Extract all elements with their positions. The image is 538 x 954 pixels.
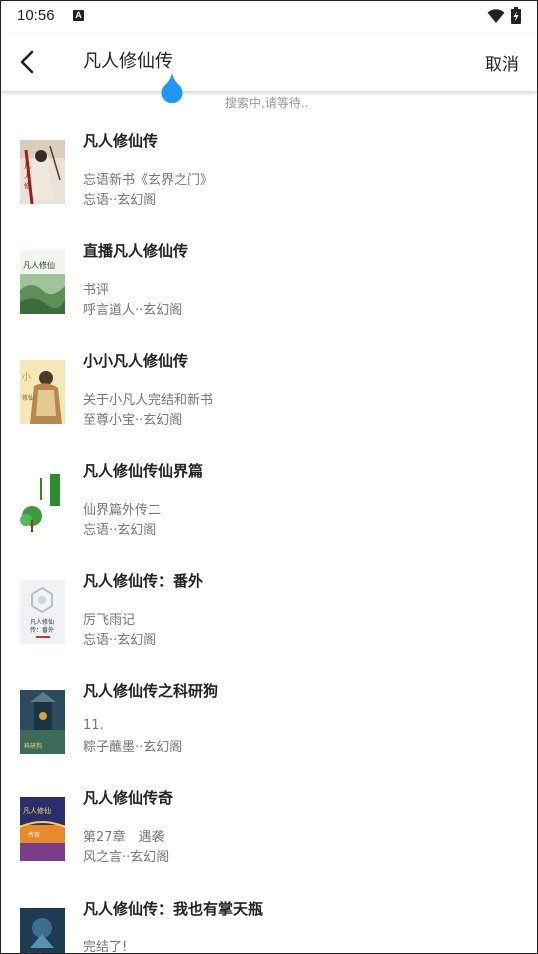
text-cursor-handle-icon[interactable]	[159, 69, 185, 104]
svg-text:凡人修仙: 凡人修仙	[30, 618, 54, 626]
book-title: 凡人修仙传仙界篇	[83, 462, 204, 480]
list-item[interactable]: 小 修仙 小小凡人修仙传 关于小凡人完结和新书 至尊小宝··玄幻阁	[1, 331, 537, 441]
book-latest-chapter: 完结了!	[83, 940, 128, 954]
svg-text:修仙: 修仙	[22, 394, 34, 402]
book-cover: 凡人修仙 传：番外	[20, 580, 65, 644]
list-item[interactable]: 凡 人 修 凡人修仙传 忘语新书《玄界之门》 忘语··玄幻阁	[1, 111, 537, 221]
svg-text:传奇: 传奇	[28, 831, 40, 839]
screen: 10:56 A 取消 搜索中,请等待..	[0, 0, 538, 954]
book-title: 凡人修仙传之科研狗	[83, 682, 219, 700]
search-toolbar: 取消	[1, 33, 537, 104]
notification-a-icon: A	[73, 10, 84, 21]
book-author-source: 风之言··玄幻阁	[83, 850, 170, 865]
battery-charging-icon	[511, 7, 521, 28]
list-item[interactable]: 掌天瓶 凡人修仙传：我也有掌天瓶 完结了!	[1, 881, 537, 954]
list-item[interactable]: 凡人修仙 传奇 凡人修仙传奇 第27章 遇袭 风之言··玄幻阁	[1, 771, 537, 881]
cancel-button[interactable]: 取消	[485, 50, 519, 75]
book-latest-chapter: 忘语新书《玄界之门》	[83, 173, 214, 188]
book-title: 直播凡人修仙传	[83, 242, 189, 260]
book-author-source: 呼言道人··玄幻阁	[83, 303, 183, 318]
svg-text:科研狗: 科研狗	[24, 742, 42, 750]
book-latest-chapter: 厉飞雨记	[83, 613, 136, 628]
book-title: 凡人修仙传奇	[83, 789, 174, 807]
status-time: 10:56	[17, 7, 55, 24]
book-author-source: 忘语··玄幻阁	[83, 193, 157, 208]
book-title: 凡人修仙传：我也有掌天瓶	[83, 900, 264, 918]
loading-status: 搜索中,请等待..	[225, 96, 309, 110]
book-cover: 凡人修仙	[20, 250, 65, 314]
book-author-source: 至尊小宝··玄幻阁	[83, 413, 183, 428]
book-cover	[20, 470, 65, 534]
back-arrow-icon[interactable]	[15, 49, 41, 75]
book-cover: 科研狗	[20, 690, 65, 754]
wifi-icon	[487, 8, 505, 28]
svg-text:凡: 凡	[24, 162, 31, 170]
svg-text:小: 小	[22, 372, 31, 383]
book-title: 凡人修仙传：番外	[83, 572, 204, 590]
book-latest-chapter: 书评	[83, 283, 110, 298]
book-cover: 凡 人 修	[20, 140, 65, 204]
svg-text:人: 人	[24, 172, 31, 180]
svg-text:凡人修仙: 凡人修仙	[23, 260, 55, 270]
status-bar: 10:56 A	[1, 1, 537, 33]
svg-text:凡人修仙: 凡人修仙	[23, 806, 51, 815]
book-latest-chapter: 关于小凡人完结和新书	[83, 393, 214, 408]
search-input[interactable]	[83, 49, 413, 70]
book-cover: 凡人修仙 传奇	[20, 797, 65, 861]
book-cover: 掌天瓶	[20, 908, 65, 953]
book-cover: 小 修仙	[20, 360, 65, 424]
svg-text:修: 修	[24, 181, 31, 190]
book-title: 凡人修仙传	[83, 132, 159, 150]
book-title: 小小凡人修仙传	[83, 352, 189, 370]
book-latest-chapter: 仙界篇外传二	[83, 503, 162, 518]
book-author-source: 粽子蘸墨··玄幻阁	[83, 740, 183, 755]
svg-text:传：番外: 传：番外	[30, 626, 54, 634]
list-item[interactable]: 凡人修仙 传：番外 凡人修仙传：番外 厉飞雨记 忘语··玄幻阁	[1, 551, 537, 661]
book-author-source: 忘语··玄幻阁	[83, 523, 157, 538]
list-item[interactable]: 科研狗 凡人修仙传之科研狗 11. 粽子蘸墨··玄幻阁	[1, 661, 537, 771]
list-item[interactable]: 凡人修仙 直播凡人修仙传 书评 呼言道人··玄幻阁	[1, 221, 537, 331]
book-latest-chapter: 第27章 遇袭	[83, 830, 165, 845]
list-item[interactable]: 凡人修仙传仙界篇 仙界篇外传二 忘语··玄幻阁	[1, 441, 537, 551]
book-author-source: 忘语··玄幻阁	[83, 633, 157, 648]
book-latest-chapter: 11.	[83, 718, 104, 733]
